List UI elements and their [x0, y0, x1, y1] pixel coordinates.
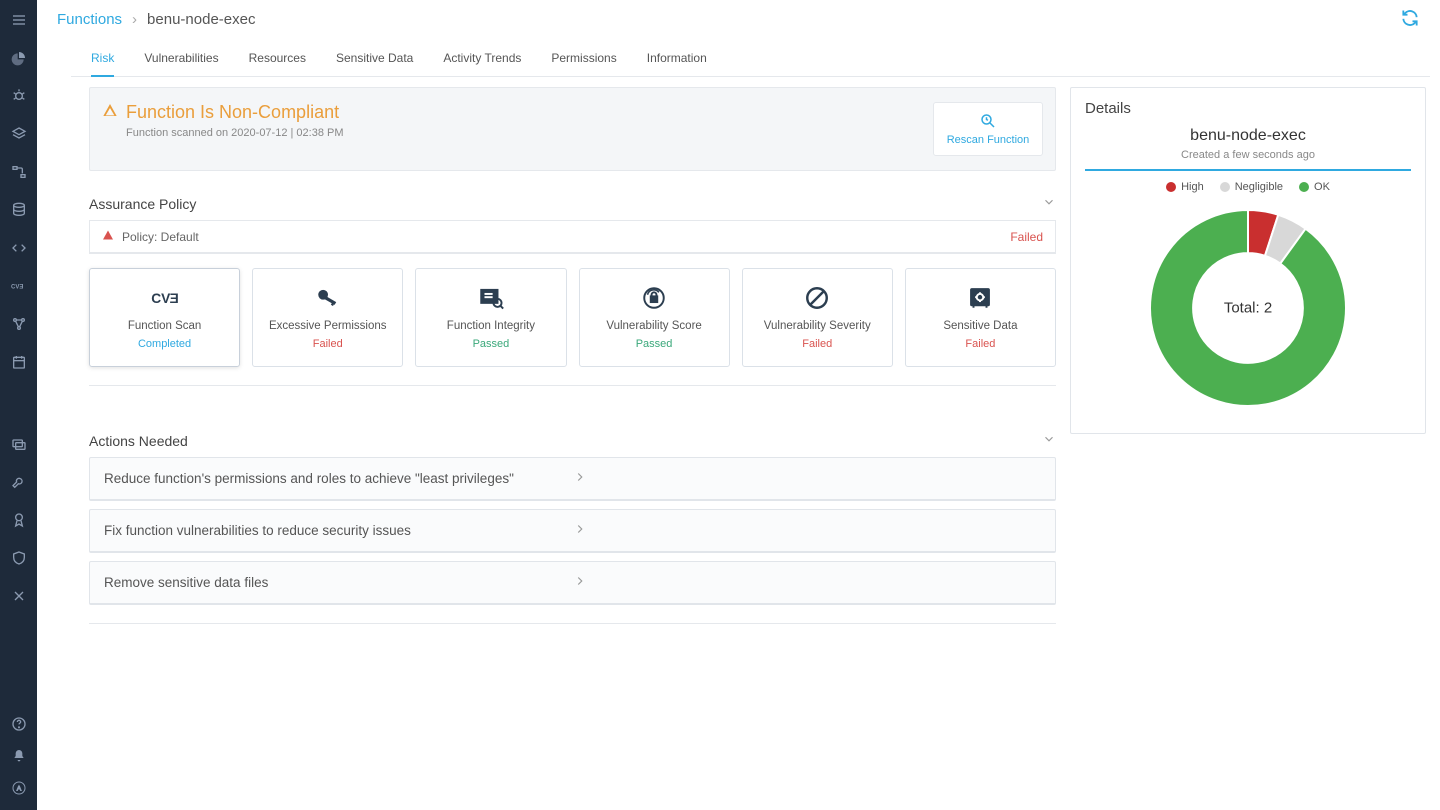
actions-heading: Actions Needed: [89, 433, 1042, 449]
policy-status: Failed: [1010, 230, 1043, 244]
collapse-actions-button[interactable]: [1042, 432, 1056, 449]
tile-function-integrity[interactable]: Function Integrity Passed: [415, 268, 566, 367]
legend-label: High: [1181, 181, 1204, 193]
database-icon[interactable]: [0, 198, 37, 222]
details-name: benu-node-exec: [1085, 127, 1411, 145]
tile-status: Failed: [802, 338, 832, 350]
tab-information[interactable]: Information: [647, 45, 707, 76]
compliance-title: Function Is Non-Compliant: [126, 102, 344, 123]
chevron-right-icon: [573, 574, 1042, 591]
tab-risk[interactable]: Risk: [91, 45, 114, 77]
chevron-right-icon: [573, 522, 1042, 539]
help-icon[interactable]: [0, 712, 37, 736]
action-row[interactable]: Reduce function's permissions and roles …: [89, 457, 1056, 501]
tile-label: Function Integrity: [447, 320, 535, 332]
svg-text:E: E: [169, 291, 178, 306]
tile-label: Function Scan: [128, 320, 202, 332]
svg-text:A: A: [16, 786, 21, 793]
tile-status: Failed: [313, 338, 343, 350]
legend-dot: [1299, 182, 1309, 192]
legend-dot: [1166, 182, 1176, 192]
action-text: Remove sensitive data files: [104, 575, 573, 590]
legend-item-high: High: [1166, 181, 1204, 193]
cve-icon: CVE: [150, 285, 180, 314]
menu-icon[interactable]: [0, 8, 37, 32]
legend-item-ok: OK: [1299, 181, 1330, 193]
donut-total-label: Total: 2: [1224, 300, 1272, 317]
breadcrumb-root-link[interactable]: Functions: [57, 11, 122, 28]
layers-icon[interactable]: [0, 122, 37, 146]
breadcrumb-current: benu-node-exec: [147, 11, 255, 28]
tile-label: Excessive Permissions: [269, 320, 387, 332]
policy-name: Policy: Default: [122, 230, 1002, 244]
account-icon[interactable]: A: [0, 776, 37, 800]
tile-vulnerability-score[interactable]: Vulnerability Score Passed: [579, 268, 730, 367]
code-icon[interactable]: [0, 236, 37, 260]
tab-vulnerabilities[interactable]: Vulnerabilities: [144, 45, 218, 76]
legend-item-negligible: Negligible: [1220, 181, 1283, 193]
bug-icon[interactable]: [0, 84, 37, 108]
details-panel: Details benu-node-exec Created a few sec…: [1070, 87, 1426, 434]
tile-status: Failed: [965, 338, 995, 350]
tile-label: Sensitive Data: [943, 320, 1017, 332]
workflow-icon[interactable]: [0, 160, 37, 184]
details-meta: Created a few seconds ago: [1085, 149, 1411, 161]
tile-label: Vulnerability Score: [606, 320, 701, 332]
shield-icon[interactable]: [0, 546, 37, 570]
wrench-icon[interactable]: [0, 470, 37, 494]
tile-status: Passed: [636, 338, 673, 350]
tile-function-scan[interactable]: CVE Function Scan Completed: [89, 268, 240, 367]
compliance-banner: Function Is Non-Compliant Function scann…: [89, 87, 1056, 171]
tile-sensitive-data[interactable]: Sensitive Data Failed: [905, 268, 1056, 367]
action-text: Fix function vulnerabilities to reduce s…: [104, 523, 573, 538]
refresh-button[interactable]: [1400, 8, 1420, 31]
tile-status: Completed: [138, 338, 191, 350]
legend-label: OK: [1314, 181, 1330, 193]
warning-icon: [102, 102, 118, 121]
network-icon[interactable]: [0, 312, 37, 336]
chevron-right-icon: ›: [132, 11, 137, 28]
integrity-icon: [476, 285, 506, 314]
lock-refresh-icon: [639, 285, 669, 314]
tab-activity-trends[interactable]: Activity Trends: [443, 45, 521, 76]
tab-permissions[interactable]: Permissions: [551, 45, 616, 76]
key-icon: [313, 285, 343, 314]
cve-nav-icon[interactable]: CVƎ: [0, 274, 37, 298]
tab-resources[interactable]: Resources: [249, 45, 306, 76]
policy-row[interactable]: Policy: Default Failed: [89, 220, 1056, 254]
rescan-label: Rescan Function: [947, 134, 1030, 146]
legend-label: Negligible: [1235, 181, 1283, 193]
vault-icon: [965, 285, 995, 314]
tile-label: Vulnerability Severity: [764, 320, 871, 332]
action-row[interactable]: Remove sensitive data files: [89, 561, 1056, 605]
compliance-subtitle: Function scanned on 2020-07-12 | 02:38 P…: [126, 127, 344, 139]
action-text: Reduce function's permissions and roles …: [104, 471, 573, 486]
cards-icon[interactable]: [0, 432, 37, 456]
bell-icon[interactable]: [0, 744, 37, 768]
no-entry-icon: [802, 285, 832, 314]
tile-status: Passed: [473, 338, 510, 350]
collapse-assurance-button[interactable]: [1042, 195, 1056, 212]
assurance-heading: Assurance Policy: [89, 196, 1042, 212]
badge-icon[interactable]: [0, 508, 37, 532]
tile-excessive-permissions[interactable]: Excessive Permissions Failed: [252, 268, 403, 367]
tab-sensitive-data[interactable]: Sensitive Data: [336, 45, 413, 76]
svg-text:CV: CV: [151, 291, 171, 306]
tile-vulnerability-severity[interactable]: Vulnerability Severity Failed: [742, 268, 893, 367]
alert-icon: [102, 229, 114, 244]
rescan-button[interactable]: Rescan Function: [933, 102, 1043, 156]
action-row[interactable]: Fix function vulnerabilities to reduce s…: [89, 509, 1056, 553]
chevron-right-icon: [573, 470, 1042, 487]
tabs: Risk Vulnerabilities Resources Sensitive Da…: [71, 35, 1430, 77]
legend-dot: [1220, 182, 1230, 192]
breadcrumb: Functions › benu-node-exec: [57, 11, 255, 28]
svg-text:CVƎ: CVƎ: [11, 285, 23, 291]
dashboard-icon[interactable]: [0, 46, 37, 70]
tools-icon[interactable]: [0, 584, 37, 608]
calendar-icon[interactable]: [0, 350, 37, 374]
vulnerability-donut-chart: Total: 2: [1085, 203, 1411, 413]
details-heading: Details: [1085, 100, 1411, 117]
